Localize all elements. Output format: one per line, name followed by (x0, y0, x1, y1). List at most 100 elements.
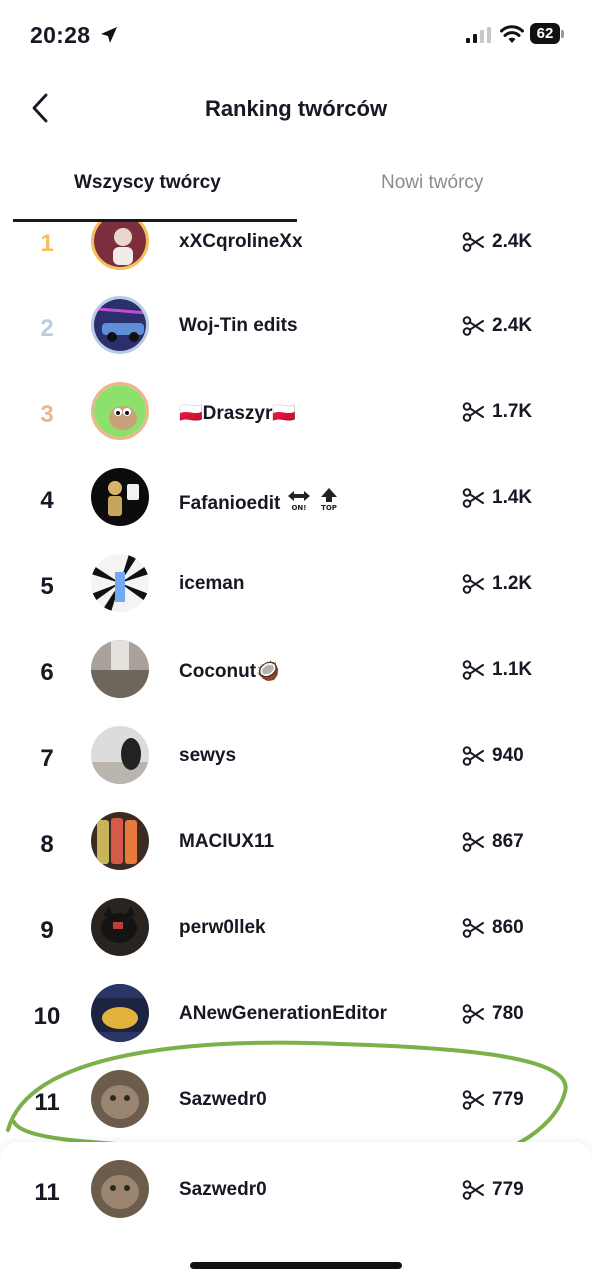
scissors-icon (462, 488, 484, 508)
creation-count: 860 (462, 917, 524, 939)
scissors-icon (462, 1090, 484, 1110)
scissors-icon (462, 574, 484, 594)
tab-all-creators[interactable]: Wszyscy twórcy (74, 172, 221, 194)
location-arrow-icon (101, 27, 117, 43)
avatar[interactable] (91, 222, 149, 270)
count-value: 1.4K (492, 487, 533, 508)
ranking-row[interactable]: 2 Woj-Tin edits 2.4K (0, 284, 592, 370)
ranking-row[interactable]: 5 iceman 1.2K (0, 542, 592, 628)
ranking-row[interactable]: 10 ANewGenerationEditor 780 (0, 972, 592, 1058)
avatar[interactable] (91, 468, 149, 526)
count-value: 780 (492, 1003, 524, 1024)
cellular-signal-icon (466, 27, 491, 43)
creator-name[interactable]: xXCqrolineXx (179, 231, 303, 253)
creation-count: 2.4K (462, 231, 532, 253)
scissors-icon (462, 1004, 484, 1024)
battery-icon: 62 (530, 23, 564, 45)
creator-name[interactable]: Fafanioedit ON! TOP (179, 487, 341, 515)
top-arrow-emoji-icon: TOP (320, 488, 337, 512)
rank-number: 10 (33, 1003, 61, 1030)
count-value: 779 (492, 1089, 524, 1110)
creator-name[interactable]: Sazwedr0 (179, 1089, 267, 1111)
rank-number: 1 (40, 230, 54, 257)
count-value: 779 (492, 1179, 524, 1200)
ranking-row[interactable]: 9 perw0llek 860 (0, 886, 592, 972)
creator-name-text: Fafanioedit (179, 493, 281, 514)
ranking-row[interactable]: 11 Sazwedr0 779 (0, 1058, 592, 1140)
avatar[interactable] (91, 1160, 149, 1218)
creation-count: 780 (462, 1003, 524, 1025)
status-time: 20:28 (30, 22, 91, 48)
scissors-icon (462, 232, 484, 252)
scissors-icon (462, 746, 484, 766)
rank-number: 7 (40, 745, 54, 772)
scissors-icon (462, 832, 484, 852)
rank-number: 2 (40, 315, 54, 342)
count-value: 1.7K (492, 401, 533, 422)
tab-new-creators[interactable]: Nowi twórcy (381, 172, 483, 194)
scissors-icon (462, 1180, 484, 1200)
my-rank-row[interactable]: 11 Sazwedr0 779 (0, 1148, 592, 1234)
count-value: 867 (492, 831, 524, 852)
creation-count: 940 (462, 745, 524, 767)
nav-header: Ranking twórców (0, 80, 592, 136)
count-value: 1.2K (492, 573, 533, 594)
scissors-icon (462, 316, 484, 336)
creator-name[interactable]: 🇵🇱Draszyr🇵🇱 (179, 401, 296, 425)
avatar[interactable] (91, 812, 149, 870)
count-value: 2.4K (492, 231, 533, 252)
creator-name[interactable]: Coconut🥥 (179, 659, 280, 683)
battery-level: 62 (530, 23, 560, 44)
rank-number: 6 (40, 659, 54, 686)
scissors-icon (462, 660, 484, 680)
creation-count: 1.2K (462, 573, 532, 595)
creator-name[interactable]: ANewGenerationEditor (179, 1003, 387, 1025)
wifi-icon (500, 25, 524, 43)
svg-text:ON!: ON! (291, 504, 306, 511)
creation-count: 779 (462, 1089, 524, 1111)
count-value: 940 (492, 745, 524, 766)
count-value: 2.4K (492, 315, 533, 336)
on-arrow-emoji-icon: ON! (287, 491, 310, 512)
ranking-row[interactable]: 4 Fafanioedit ON! TOP 1.4K (0, 456, 592, 542)
ranking-list[interactable]: 1 xXCqrolineXx 2.4K 2 Woj-Tin edits 2.4K… (0, 222, 592, 1140)
home-indicator[interactable] (190, 1262, 402, 1269)
page-title: Ranking twórców (204, 96, 388, 121)
avatar[interactable] (91, 296, 149, 354)
avatar[interactable] (91, 554, 149, 612)
creation-count: 2.4K (462, 315, 532, 337)
rank-number: 11 (34, 1179, 60, 1206)
rank-number: 4 (40, 487, 54, 514)
creation-count: 1.4K (462, 487, 532, 509)
creator-name[interactable]: perw0llek (179, 917, 266, 939)
creation-count: 1.7K (462, 401, 532, 423)
tab-bar: Wszyscy twórcy Nowi twórcy (0, 160, 592, 222)
avatar[interactable] (91, 984, 149, 1042)
avatar[interactable] (91, 382, 149, 440)
creator-name[interactable]: sewys (179, 745, 236, 767)
rank-number: 5 (40, 573, 54, 600)
creation-count: 779 (462, 1179, 524, 1201)
creator-name[interactable]: iceman (179, 573, 244, 595)
creation-count: 867 (462, 831, 524, 853)
rank-number: 3 (40, 401, 54, 428)
count-value: 860 (492, 917, 524, 938)
scissors-icon (462, 918, 484, 938)
avatar[interactable] (91, 1070, 149, 1128)
creator-name[interactable]: Woj-Tin edits (179, 315, 298, 337)
ranking-row[interactable]: 1 xXCqrolineXx 2.4K (0, 222, 592, 284)
my-rank-panel[interactable]: 11 Sazwedr0 779 (0, 1142, 592, 1280)
avatar[interactable] (91, 898, 149, 956)
ranking-row[interactable]: 3 🇵🇱Draszyr🇵🇱 1.7K (0, 370, 592, 456)
ranking-row[interactable]: 6 Coconut🥥 1.1K (0, 628, 592, 714)
scissors-icon (462, 402, 484, 422)
ranking-row[interactable]: 8 MACIUX11 867 (0, 800, 592, 886)
creator-name[interactable]: Sazwedr0 (179, 1179, 267, 1201)
creator-name[interactable]: MACIUX11 (179, 831, 274, 853)
rank-number: 9 (40, 917, 54, 944)
avatar[interactable] (91, 726, 149, 784)
svg-text:TOP: TOP (321, 504, 337, 511)
rank-number: 8 (40, 831, 54, 858)
avatar[interactable] (91, 640, 149, 698)
ranking-row[interactable]: 7 sewys 940 (0, 714, 592, 800)
